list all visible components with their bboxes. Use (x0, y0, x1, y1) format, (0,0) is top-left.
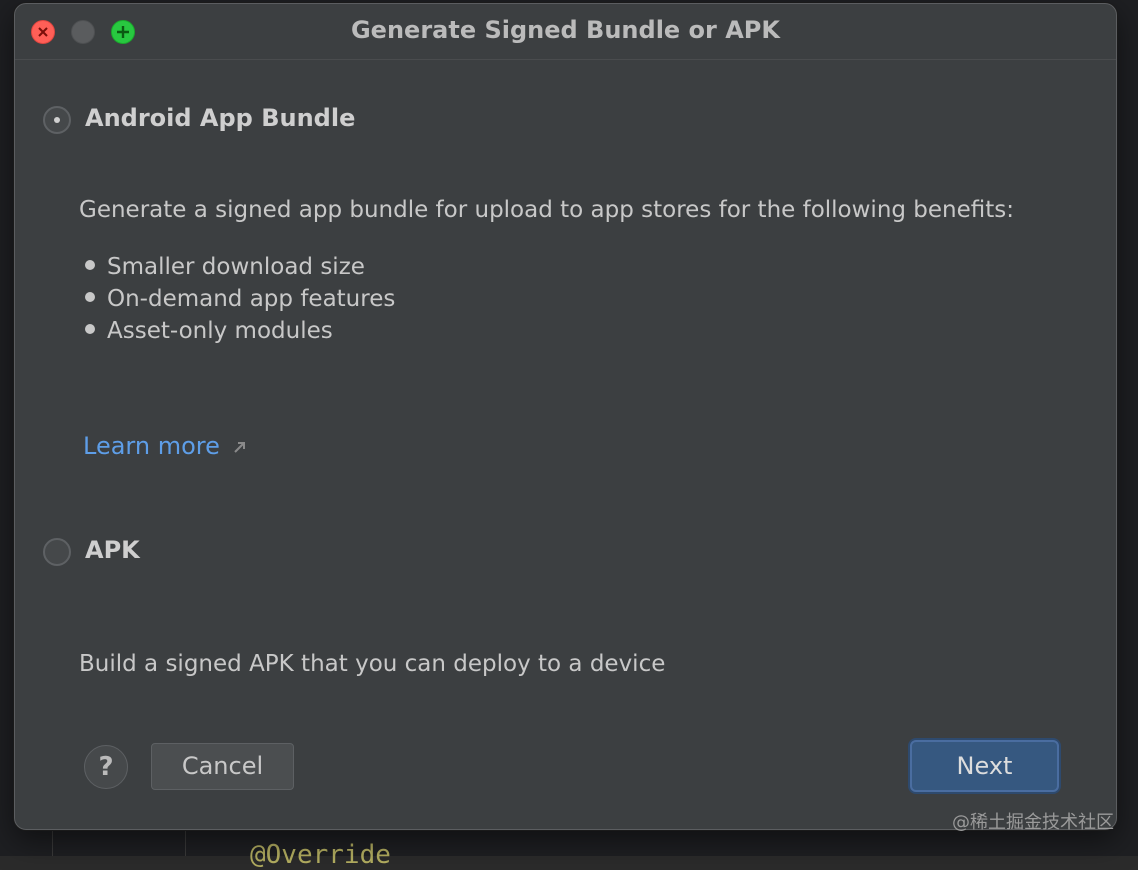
cancel-button[interactable]: Cancel (151, 743, 294, 790)
option-label-apk[interactable]: APK (85, 536, 140, 564)
editor-code-fragment: @Override (250, 840, 391, 870)
benefit-text: On-demand app features (107, 286, 396, 312)
apk-description: Build a signed APK that you can deploy t… (79, 651, 666, 677)
radio-selected-dot (54, 117, 60, 123)
maximize-window-button[interactable] (111, 20, 135, 44)
bullet-icon (85, 291, 95, 302)
benefit-list-item: On-demand app features (85, 286, 395, 318)
generate-signed-dialog: Generate Signed Bundle or APK Android Ap… (14, 3, 1117, 830)
watermark: @稀土掘金技术社区 (952, 812, 1114, 833)
benefit-list-item: Asset-only modules (85, 318, 333, 350)
external-link-arrow-icon (234, 442, 245, 453)
benefit-text: Smaller download size (107, 254, 365, 280)
radio-android-app-bundle[interactable] (43, 106, 71, 134)
option-label-android-app-bundle[interactable]: Android App Bundle (85, 104, 355, 132)
next-button[interactable]: Next (910, 740, 1059, 792)
radio-apk[interactable] (43, 538, 71, 566)
benefit-list-item: Smaller download size (85, 254, 365, 286)
plus-icon (117, 26, 129, 38)
close-window-button[interactable] (31, 20, 55, 44)
bullet-icon (85, 259, 95, 270)
bullet-icon (85, 323, 95, 334)
benefit-text: Asset-only modules (107, 318, 333, 344)
close-icon (38, 27, 48, 37)
dialog-title: Generate Signed Bundle or APK (350, 16, 780, 44)
minimize-window-button[interactable] (71, 20, 95, 44)
learn-more-link[interactable]: Learn more (83, 432, 220, 460)
bundle-description: Generate a signed app bundle for upload … (79, 197, 1015, 223)
help-button[interactable]: ? (84, 745, 128, 789)
title-bar: Generate Signed Bundle or APK (15, 4, 1116, 60)
